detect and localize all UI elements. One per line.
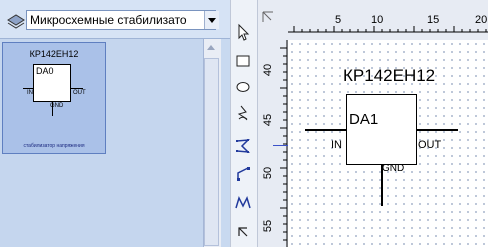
card-pin-out-line — [71, 88, 83, 89]
pin-out-line — [417, 129, 458, 131]
card-description: стабилизатор напряжения — [23, 143, 85, 149]
component-ref-label: DA1 — [349, 111, 379, 128]
scroll-up-icon[interactable] — [203, 39, 220, 56]
card-pin-out: OUT — [73, 90, 86, 96]
line-icon[interactable] — [233, 164, 253, 184]
card-pin-gnd: GND — [50, 103, 64, 109]
card-ref-label: DA0 — [36, 66, 54, 76]
component-pin-in: IN — [331, 139, 342, 151]
ruler-label-top: 15 — [427, 14, 440, 26]
ruler-label-left: 50 — [262, 166, 275, 180]
chevron-down-icon[interactable] — [204, 11, 219, 29]
scrollbar-thumb[interactable] — [204, 58, 219, 246]
card-title: КР142ЕН12 — [29, 49, 79, 59]
card-pin-in-line — [23, 88, 33, 89]
component-body[interactable] — [346, 94, 417, 165]
ruler-label-left: 45 — [262, 113, 275, 127]
component-title: КР142ЕН12 — [343, 66, 436, 85]
ruler-label-top: 10 — [371, 14, 384, 26]
pointer-icon[interactable] — [233, 22, 253, 42]
component-pin-out: OUT — [418, 139, 442, 151]
ruler-label-top: 20 — [475, 14, 488, 26]
library-select-value: Микросхемные стабилизато — [30, 13, 187, 27]
cursor-position-marker — [273, 145, 288, 146]
ruler-label-left: 40 — [262, 63, 275, 77]
polyline-icon[interactable] — [233, 136, 253, 156]
ruler-label-top: 5 — [335, 14, 342, 26]
curve-icon[interactable] — [233, 193, 253, 213]
polygon-icon[interactable] — [233, 103, 253, 123]
library-book-icon — [7, 14, 25, 29]
component-card[interactable]: КР142ЕН12 DA0 IN OUT GND стабилизатор на… — [2, 42, 106, 154]
rotate-icon[interactable] — [233, 222, 253, 242]
pin-in-line — [305, 129, 346, 131]
ruler-label-left: 55 — [262, 219, 275, 233]
card-pin-in: IN — [27, 90, 33, 96]
component-pin-gnd: GND — [382, 163, 405, 174]
library-select[interactable]: Микросхемные стабилизато — [26, 10, 216, 30]
ellipse-icon[interactable] — [233, 77, 253, 97]
rectangle-icon[interactable] — [233, 51, 253, 71]
